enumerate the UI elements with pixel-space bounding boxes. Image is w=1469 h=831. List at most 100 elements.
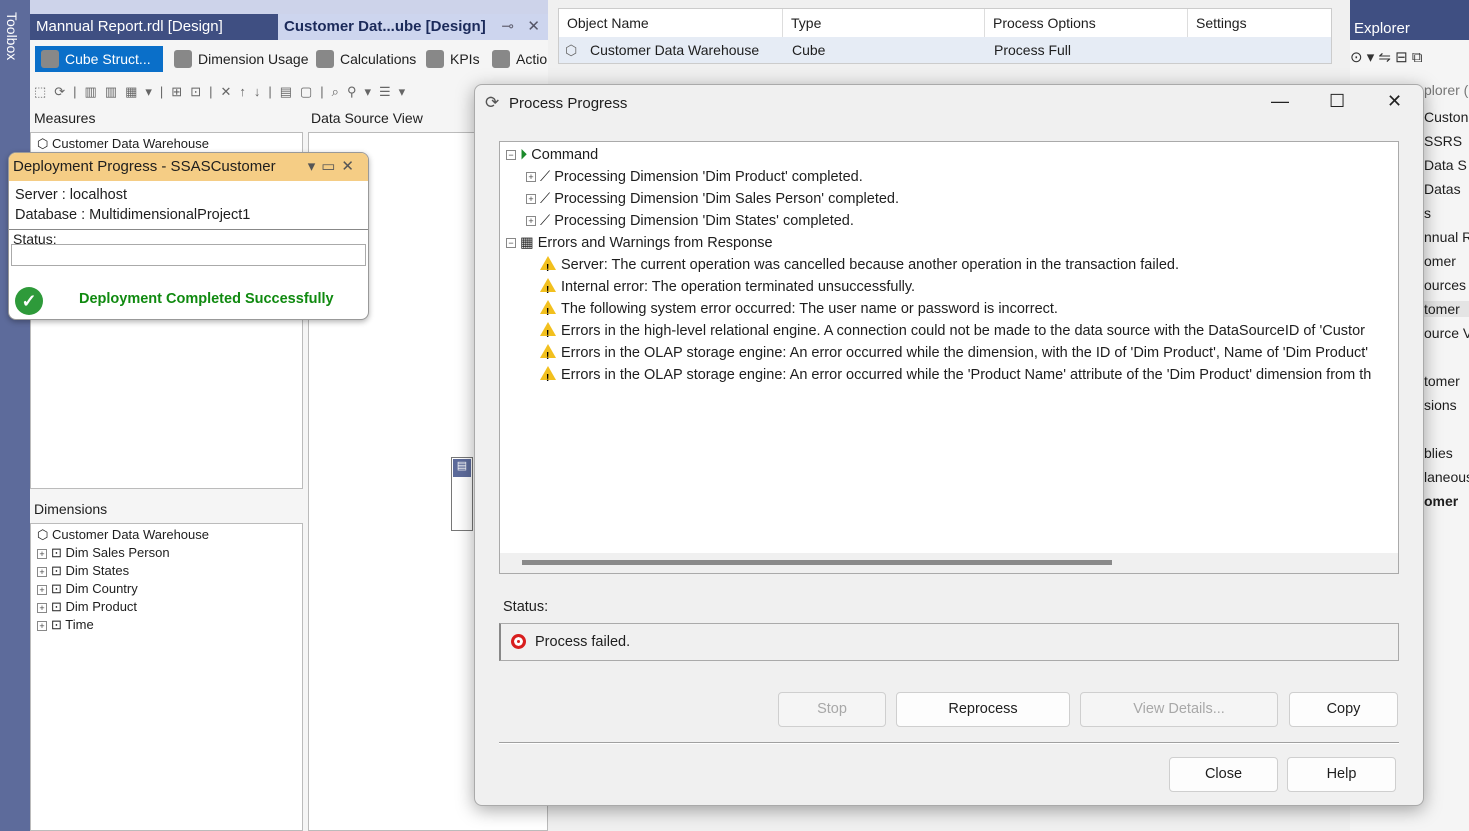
tree-item[interactable]: sions	[1424, 397, 1457, 413]
server-info: Server : localhost	[15, 187, 128, 203]
horizontal-scrollbar[interactable]	[500, 553, 1398, 573]
status-label: Status:	[503, 599, 549, 615]
toolbox-strip[interactable]: Toolbox	[0, 0, 30, 831]
collapse-icon: −	[506, 150, 516, 161]
minimize-button[interactable]: —	[1271, 91, 1289, 112]
deployment-result: Deployment Completed Successfully	[79, 291, 334, 307]
close-button[interactable]: Close	[1169, 757, 1278, 792]
solution-toolbar[interactable]: ⊙ ▾ ⇋ ⊟ ⧉	[1350, 40, 1469, 78]
stop-button[interactable]: Stop	[778, 692, 886, 727]
expand-icon: +	[37, 602, 47, 613]
subtab-calculations[interactable]: Calculations	[310, 46, 416, 72]
expand-icon: +	[37, 584, 47, 595]
error-item[interactable]: ! The following system error occurred: Th…	[540, 298, 1058, 320]
subtab-kpis[interactable]: KPIs	[420, 46, 480, 72]
tree-item[interactable]: nnual R	[1424, 229, 1469, 245]
calculator-icon	[316, 50, 334, 68]
warning-icon: !	[540, 322, 556, 340]
warning-icon: !	[540, 344, 556, 362]
tree-item[interactable]: Datas	[1424, 181, 1461, 197]
tree-item[interactable]: ource V	[1424, 325, 1469, 341]
tree-item[interactable]: blies	[1424, 445, 1453, 461]
tree-item[interactable]: omer	[1424, 493, 1458, 509]
error-item[interactable]: ! Errors in the high-level relational eng…	[540, 320, 1365, 342]
column-header[interactable]: Type	[783, 9, 985, 37]
dimension-item[interactable]: + ⊡ Dim States	[37, 562, 296, 580]
dimensions-pane: ⬡ Customer Data Warehouse + ⊡ Dim Sales P…	[30, 523, 303, 831]
errors-node[interactable]: − ▦ Errors and Warnings from Response	[506, 232, 773, 254]
tree-item[interactable]: Data S	[1424, 157, 1467, 173]
column-header[interactable]: Object Name	[559, 9, 783, 37]
subtab-label: Dimension Usage	[198, 51, 309, 67]
log-item[interactable]: + ⟋ Processing Dimension 'Dim Product' co…	[526, 166, 863, 188]
deployment-progress-panel: Deployment Progress - SSASCustomer ▾▭✕ S…	[8, 152, 369, 320]
tree-item[interactable]: tomer	[1424, 373, 1460, 389]
close-icon[interactable]: ✕	[527, 14, 540, 40]
tree-item[interactable]: SSRS	[1424, 133, 1462, 149]
actions-icon	[492, 50, 510, 68]
dimension-item[interactable]: + ⊡ Dim Sales Person	[37, 544, 296, 562]
copy-button[interactable]: Copy	[1289, 692, 1398, 727]
scrollbar-thumb[interactable]	[522, 560, 1112, 565]
warning-icon: !	[540, 256, 556, 274]
warning-icon: !	[540, 300, 556, 318]
process-log-tree[interactable]: − ⏵ Command + ⟋ Processing Dimension 'Dim …	[499, 141, 1399, 574]
pin-icon[interactable]: ⊸	[501, 14, 514, 40]
column-header[interactable]: Process Options	[985, 9, 1188, 37]
log-item[interactable]: + ⟋ Processing Dimension 'Dim States' com…	[526, 210, 854, 232]
reprocess-button[interactable]: Reprocess	[896, 692, 1070, 727]
tree-item[interactable]: omer	[1424, 253, 1456, 269]
object-name: Customer Data Warehouse	[590, 42, 760, 58]
dimensions-header: Dimensions	[34, 501, 108, 517]
error-item[interactable]: ! Errors in the OLAP storage engine: An e…	[540, 342, 1368, 364]
command-node[interactable]: − ⏵ Command	[506, 144, 598, 166]
dimension-usage-icon	[174, 50, 192, 68]
error-item[interactable]: ! Server: The current operation was cance…	[540, 254, 1179, 276]
error-item[interactable]: ! Internal error: The operation terminate…	[540, 276, 915, 298]
column-header[interactable]: Settings	[1188, 9, 1331, 37]
dimension-item[interactable]: + ⊡ Dim Product	[37, 598, 296, 616]
divider	[499, 742, 1399, 744]
tree-item[interactable]: laneous	[1424, 469, 1469, 485]
play-icon: ⏵	[520, 147, 528, 163]
table-diagram[interactable]: ▤	[451, 457, 473, 531]
status-box	[11, 244, 366, 266]
view-details-button[interactable]: View Details...	[1080, 692, 1278, 727]
dimension-process-icon: ⟋	[540, 191, 551, 207]
dimension-item[interactable]: + ⊡ Dim Country	[37, 580, 296, 598]
log-item[interactable]: + ⟋ Processing Dimension 'Dim Sales Perso…	[526, 188, 899, 210]
tree-item-selected[interactable]: tomer	[1424, 301, 1469, 317]
subtab-actions[interactable]: Actions	[486, 46, 548, 72]
dimensions-root[interactable]: ⬡ Customer Data Warehouse	[37, 526, 296, 544]
help-button[interactable]: Help	[1287, 757, 1396, 792]
subtab-cube-structure[interactable]: Cube Struct...	[35, 46, 163, 72]
tab-manual-report[interactable]: Mannual Report.rdl [Design]	[30, 14, 229, 40]
table-row[interactable]: ⬡ Customer Data Warehouse Cube Process F…	[559, 37, 1331, 63]
maximize-button[interactable]: ☐	[1329, 91, 1345, 112]
designer-toolbar[interactable]: ⬚⟳|▥▥▦▾|⊞⊡|✕↑↓|▤▢|⌕⚲▾☰▾	[30, 80, 548, 104]
status-text: Process failed.	[535, 634, 631, 650]
database-info: Database : MultidimensionalProject1	[15, 207, 251, 223]
dsv-header: Data Source View	[311, 110, 423, 126]
warning-icon: !	[540, 278, 556, 296]
dimension-process-icon: ⟋	[540, 213, 551, 229]
measures-root[interactable]: ⬡ Customer Data Warehouse	[37, 135, 296, 153]
success-check-icon: ✓	[15, 287, 43, 315]
process-options[interactable]: Process Full	[994, 37, 1071, 63]
subtab-label: Actions	[516, 51, 548, 67]
expand-icon: +	[37, 548, 47, 559]
subtab-dimension-usage[interactable]: Dimension Usage	[168, 46, 309, 72]
tree-item[interactable]: ources	[1424, 277, 1466, 293]
tree-item[interactable]: Custon	[1424, 109, 1468, 125]
tree-item[interactable]: s	[1424, 205, 1431, 221]
tab-cube-design[interactable]: Customer Dat...ube [Design] ⊸ ✕	[278, 14, 548, 40]
close-window-button[interactable]: ✕	[1387, 91, 1402, 112]
tree-item[interactable]: plorer (	[1424, 82, 1468, 98]
dimension-item[interactable]: + ⊡ Time	[37, 616, 296, 634]
error-stop-icon	[511, 634, 526, 649]
panel-controls[interactable]: ▾▭✕	[308, 157, 360, 175]
error-item[interactable]: ! Errors in the OLAP storage engine: An e…	[540, 364, 1371, 386]
object-list-table: Object Name Type Process Options Setting…	[558, 8, 1332, 64]
subtab-label: Cube Struct...	[65, 51, 151, 67]
object-type: Cube	[792, 42, 826, 58]
